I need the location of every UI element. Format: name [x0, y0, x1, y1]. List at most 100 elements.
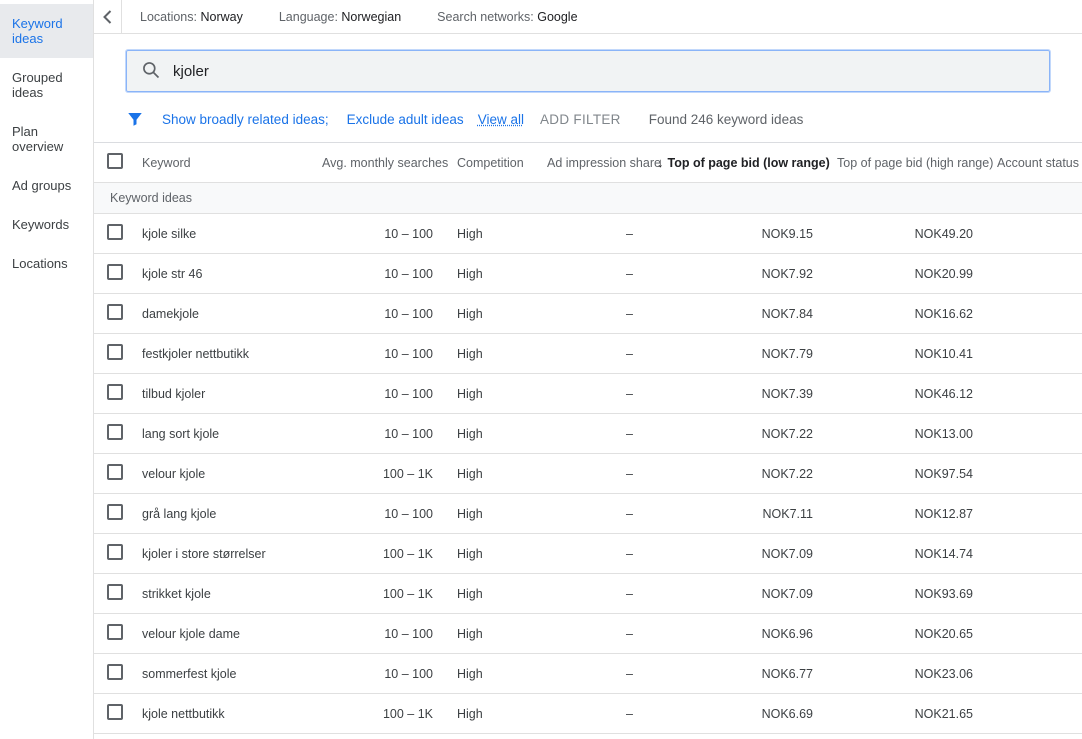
cell-searches: 100 – 1K: [312, 574, 447, 614]
select-all-checkbox[interactable]: [107, 153, 123, 169]
sort-descending-icon: ↓: [657, 155, 664, 170]
row-checkbox[interactable]: [107, 384, 123, 400]
cell-competition: High: [447, 214, 537, 254]
locations-setting[interactable]: Locations: Norway: [122, 10, 261, 24]
search-icon: [141, 60, 161, 83]
networks-setting[interactable]: Search networks: Google: [419, 10, 595, 24]
cell-searches: 100 – 1K: [312, 454, 447, 494]
row-checkbox[interactable]: [107, 664, 123, 680]
cell-status: [987, 414, 1082, 454]
sidebar-item-locations[interactable]: Locations: [0, 244, 93, 283]
table-row[interactable]: festkjoler nettbutikk10 – 100High–NOK7.7…: [94, 334, 1082, 374]
sidebar-item-grouped-ideas[interactable]: Grouped ideas: [0, 58, 93, 112]
sidebar-item-keyword-ideas[interactable]: Keyword ideas: [0, 4, 93, 58]
row-checkbox[interactable]: [107, 264, 123, 280]
cell-keyword: kjole silke: [136, 214, 312, 254]
funnel-icon[interactable]: [126, 110, 144, 128]
cell-status: [987, 494, 1082, 534]
cell-bid-high: NOK23.06: [827, 654, 987, 694]
cell-competition: High: [447, 574, 537, 614]
cell-searches: 10 – 100: [312, 254, 447, 294]
col-account-status[interactable]: Account status: [987, 143, 1082, 183]
sidebar-item-keywords[interactable]: Keywords: [0, 205, 93, 244]
locations-value: Norway: [200, 10, 242, 24]
cell-keyword: kjole str 46: [136, 254, 312, 294]
language-setting[interactable]: Language: Norwegian: [261, 10, 419, 24]
table-row[interactable]: velour kjole dame10 – 100High–NOK6.96NOK…: [94, 614, 1082, 654]
cell-bid-high: NOK49.20: [827, 214, 987, 254]
cell-bid-high: NOK93.69: [827, 574, 987, 614]
add-filter-button[interactable]: ADD FILTER: [540, 112, 621, 127]
keyword-ideas-table: Keyword Avg. monthly searches Competitio…: [94, 143, 1082, 739]
cell-bid-high: NOK20.65: [827, 614, 987, 654]
cell-keyword: velour kjole dame: [136, 614, 312, 654]
main-panel: Locations: Norway Language: Norwegian Se…: [94, 0, 1082, 739]
keyword-search-input[interactable]: [173, 63, 1035, 80]
sidebar-item-ad-groups[interactable]: Ad groups: [0, 166, 93, 205]
table-row[interactable]: kjole silke10 – 100High–NOK9.15NOK49.20: [94, 214, 1082, 254]
cell-searches: 10 – 100: [312, 334, 447, 374]
cell-competition: High: [447, 334, 537, 374]
cell-searches: 10 – 100: [312, 614, 447, 654]
sidebar-item-plan-overview[interactable]: Plan overview: [0, 112, 93, 166]
row-checkbox[interactable]: [107, 624, 123, 640]
row-checkbox[interactable]: [107, 544, 123, 560]
filter-broad-link[interactable]: Show broadly related ideas;: [162, 112, 329, 127]
cell-ad-impression: –: [537, 614, 647, 654]
row-checkbox[interactable]: [107, 584, 123, 600]
cell-status: [987, 254, 1082, 294]
table-row[interactable]: damekjole10 – 100High–NOK7.84NOK16.62: [94, 294, 1082, 334]
row-checkbox[interactable]: [107, 464, 123, 480]
table-row[interactable]: kjoler i store størrelser100 – 1KHigh–NO…: [94, 534, 1082, 574]
table-row[interactable]: tilbud kjoler10 – 100High–NOK7.39NOK46.1…: [94, 374, 1082, 414]
table-row[interactable]: velour kjole100 – 1KHigh–NOK7.22NOK97.54: [94, 454, 1082, 494]
results-table-container: Keyword Avg. monthly searches Competitio…: [94, 142, 1082, 739]
cell-searches: 10 – 100: [312, 374, 447, 414]
filter-view-all-link[interactable]: View all: [478, 112, 524, 127]
row-checkbox[interactable]: [107, 704, 123, 720]
cell-searches: 10 – 100: [312, 734, 447, 739]
cell-bid-low: NOK7.84: [647, 294, 827, 334]
cell-bid-low: NOK7.22: [647, 454, 827, 494]
chevron-left-icon: [103, 10, 112, 24]
table-row[interactable]: grå lang kjole10 – 100High–NOK7.11NOK12.…: [94, 494, 1082, 534]
col-keyword[interactable]: Keyword: [136, 143, 312, 183]
col-ad-impression[interactable]: Ad impression share: [537, 143, 647, 183]
table-row[interactable]: sommerfest kjole10 – 100High–NOK6.77NOK2…: [94, 654, 1082, 694]
cell-ad-impression: –: [537, 534, 647, 574]
table-row[interactable]: lang sort kjole10 – 100High–NOK7.22NOK13…: [94, 414, 1082, 454]
cell-bid-high: NOK13.00: [827, 414, 987, 454]
cell-bid-high: NOK97.54: [827, 454, 987, 494]
cell-bid-high: NOK46.12: [827, 374, 987, 414]
col-competition[interactable]: Competition: [447, 143, 537, 183]
cell-bid-low: NOK7.79: [647, 334, 827, 374]
table-row[interactable]: strikket kjole100 – 1KHigh–NOK7.09NOK93.…: [94, 574, 1082, 614]
filter-adult-link[interactable]: Exclude adult ideas: [347, 112, 464, 127]
col-bid-high[interactable]: Top of page bid (high range): [827, 143, 987, 183]
cell-status: [987, 294, 1082, 334]
cell-searches: 100 – 1K: [312, 534, 447, 574]
cell-status: [987, 334, 1082, 374]
table-row[interactable]: kjole str 4610 – 100High–NOK7.92NOK20.99: [94, 254, 1082, 294]
row-checkbox[interactable]: [107, 424, 123, 440]
cell-keyword: velour kjole: [136, 454, 312, 494]
settings-bar: Locations: Norway Language: Norwegian Se…: [94, 0, 1082, 34]
cell-status: [987, 654, 1082, 694]
table-row[interactable]: kjole nettbutikk100 – 1KHigh–NOK6.69NOK2…: [94, 694, 1082, 734]
row-checkbox[interactable]: [107, 504, 123, 520]
cell-competition: High: [447, 614, 537, 654]
row-checkbox[interactable]: [107, 304, 123, 320]
col-searches[interactable]: Avg. monthly searches: [312, 143, 447, 183]
row-checkbox[interactable]: [107, 224, 123, 240]
cell-ad-impression: –: [537, 374, 647, 414]
keyword-search-box[interactable]: [126, 50, 1050, 92]
cell-bid-high: NOK12.87: [827, 494, 987, 534]
row-checkbox[interactable]: [107, 344, 123, 360]
col-bid-low[interactable]: ↓Top of page bid (low range): [647, 143, 827, 183]
collapse-sidebar-button[interactable]: [94, 0, 122, 34]
table-row[interactable]: sort lang kjole10 – 100High–NOK6.64NOK16…: [94, 734, 1082, 739]
cell-ad-impression: –: [537, 414, 647, 454]
cell-competition: High: [447, 734, 537, 739]
cell-bid-high: NOK16.62: [827, 294, 987, 334]
table-header-row: Keyword Avg. monthly searches Competitio…: [94, 143, 1082, 183]
